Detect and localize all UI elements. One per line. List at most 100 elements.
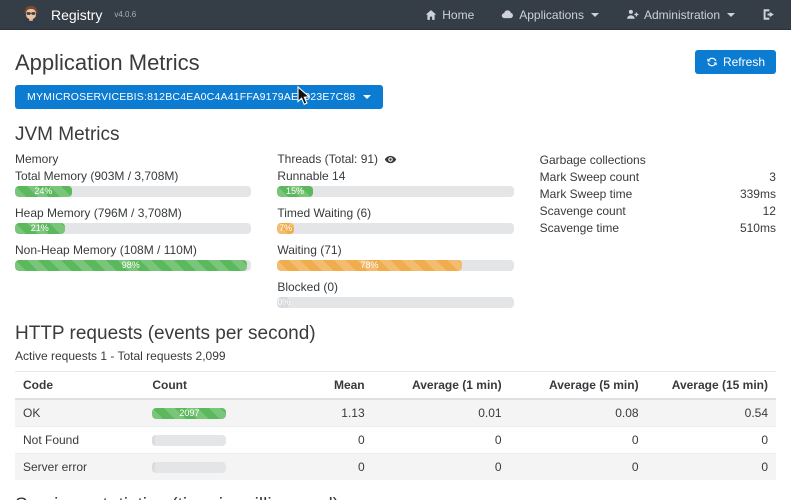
instance-selector-dropdown[interactable]: MYMICROSERVICEBIS:812BC4EA0C4A41FFA9179A… xyxy=(15,85,383,109)
gc-row: Scavenge count 12 xyxy=(540,203,776,220)
progress-fill: 78% xyxy=(277,260,461,271)
http-requests-subtitle: Active requests 1 - Total requests 2,099 xyxy=(15,349,776,363)
waiting-progressbar: 78% xyxy=(277,260,513,271)
blocked-progressbar: 0% xyxy=(277,297,513,308)
nav-item-applications[interactable]: Applications xyxy=(501,8,599,22)
progress-fill: 7% xyxy=(277,223,294,234)
nav-item-administration[interactable]: Administration xyxy=(626,8,735,22)
refresh-button[interactable]: Refresh xyxy=(695,50,776,74)
gc-label: Mark Sweep count xyxy=(540,169,639,186)
nav-item-home[interactable]: Home xyxy=(425,8,474,22)
table-row: Not Found 0 0 0 0 xyxy=(15,427,776,454)
heap-memory-label: Heap Memory (796M / 3,708M) xyxy=(15,206,251,220)
progress-fill xyxy=(152,435,154,446)
col-header-avg1: Average (1 min) xyxy=(373,372,510,400)
eye-icon xyxy=(384,153,397,166)
navbar: Registry v4.0.6 Home Applications Admini… xyxy=(0,0,791,30)
brand-version: v4.0.6 xyxy=(114,10,136,19)
http-avg5: 0 xyxy=(510,454,647,481)
runnable-progressbar: 15% xyxy=(277,186,513,197)
brand-name: Registry xyxy=(51,7,102,23)
progress-fill: 0% xyxy=(277,297,289,308)
http-requests-table: Code Count Mean Average (1 min) Average … xyxy=(15,371,776,480)
http-mean: 1.13 xyxy=(274,399,373,427)
heap-memory-progressbar: 21% xyxy=(15,223,251,234)
memory-column: Memory Total Memory (903M / 3,708M) 24% … xyxy=(15,152,251,308)
gc-value: 12 xyxy=(763,203,776,220)
chevron-down-icon xyxy=(591,13,599,17)
nonheap-memory-label: Non-Heap Memory (108M / 110M) xyxy=(15,243,251,257)
progress-fill: 98% xyxy=(15,260,247,271)
refresh-label: Refresh xyxy=(723,55,765,69)
threads-column: Threads (Total: 91) Runnable 14 15% Time… xyxy=(277,152,513,308)
runnable-label: Runnable 14 xyxy=(277,169,513,183)
col-header-count: Count xyxy=(144,372,273,400)
hipster-avatar-logo xyxy=(20,4,42,26)
http-code: Server error xyxy=(15,454,144,481)
http-avg1: 0 xyxy=(373,454,510,481)
sign-out-button[interactable] xyxy=(762,8,775,21)
http-avg15: 0 xyxy=(647,454,776,481)
home-icon xyxy=(425,9,437,21)
nav-menu: Home Applications Administration xyxy=(425,8,775,22)
http-avg15: 0 xyxy=(647,427,776,454)
cloud-icon xyxy=(501,8,514,21)
http-code: OK xyxy=(15,399,144,427)
brand-link[interactable]: Registry v4.0.6 xyxy=(20,4,136,26)
http-avg5: 0 xyxy=(510,427,647,454)
progress-fill xyxy=(152,462,154,473)
page-title: Application Metrics xyxy=(15,50,200,76)
http-mean: 0 xyxy=(274,427,373,454)
timed-waiting-label: Timed Waiting (6) xyxy=(277,206,513,220)
instance-selector-label: MYMICROSERVICEBIS:812BC4EA0C4A41FFA9179A… xyxy=(27,91,355,103)
table-header-row: Code Count Mean Average (1 min) Average … xyxy=(15,372,776,400)
services-statistics-title: Services statistics (time in millisecond… xyxy=(15,495,776,500)
http-mean: 0 xyxy=(274,454,373,481)
waiting-label: Waiting (71) xyxy=(277,243,513,257)
total-memory-label: Total Memory (903M / 3,708M) xyxy=(15,169,251,183)
table-row: OK 2097 1.13 0.01 0.08 0.54 xyxy=(15,399,776,427)
gc-value: 510ms xyxy=(740,220,776,237)
http-avg1: 0.01 xyxy=(373,399,510,427)
gc-title: Garbage collections xyxy=(540,152,776,169)
nav-administration-label: Administration xyxy=(644,8,720,22)
jvm-metrics-grid: Memory Total Memory (903M / 3,708M) 24% … xyxy=(15,152,776,308)
http-avg15: 0.54 xyxy=(647,399,776,427)
gc-row: Mark Sweep count 3 xyxy=(540,169,776,186)
chevron-down-icon xyxy=(727,13,735,17)
gc-row: Scavenge time 510ms xyxy=(540,220,776,237)
http-code: Not Found xyxy=(15,427,144,454)
sign-out-icon xyxy=(762,8,775,21)
user-plus-icon xyxy=(626,8,639,21)
thread-dump-eye-button[interactable] xyxy=(384,153,397,166)
gc-label: Scavenge count xyxy=(540,203,626,220)
progress-fill: 15% xyxy=(277,186,312,197)
progress-fill: 24% xyxy=(15,186,72,197)
blocked-label: Blocked (0) xyxy=(277,280,513,294)
total-memory-progressbar: 24% xyxy=(15,186,251,197)
jvm-metrics-title: JVM Metrics xyxy=(15,124,776,146)
gc-label: Mark Sweep time xyxy=(540,186,633,203)
nonheap-memory-progressbar: 98% xyxy=(15,260,251,271)
progress-fill: 21% xyxy=(15,223,65,234)
http-requests-title: HTTP requests (events per second) xyxy=(15,323,776,345)
nav-applications-label: Applications xyxy=(519,8,584,22)
gc-label: Scavenge time xyxy=(540,220,619,237)
col-header-avg15: Average (15 min) xyxy=(647,372,776,400)
memory-title: Memory xyxy=(15,152,251,166)
http-count-progressbar: 2097 xyxy=(152,408,226,419)
timed-waiting-progressbar: 7% xyxy=(277,223,513,234)
col-header-code: Code xyxy=(15,372,144,400)
http-avg5: 0.08 xyxy=(510,399,647,427)
col-header-avg5: Average (5 min) xyxy=(510,372,647,400)
gc-column: Garbage collections Mark Sweep count 3 M… xyxy=(540,152,776,308)
refresh-icon xyxy=(706,56,718,68)
gc-value: 339ms xyxy=(740,186,776,203)
col-header-mean: Mean xyxy=(274,372,373,400)
table-row: Server error 0 0 0 0 xyxy=(15,454,776,481)
progress-fill: 2097 xyxy=(152,408,226,419)
main-content: Application Metrics Refresh MYMICROSERVI… xyxy=(0,30,791,500)
nav-home-label: Home xyxy=(442,8,474,22)
threads-title: Threads (Total: 91) xyxy=(277,152,378,166)
http-avg1: 0 xyxy=(373,427,510,454)
